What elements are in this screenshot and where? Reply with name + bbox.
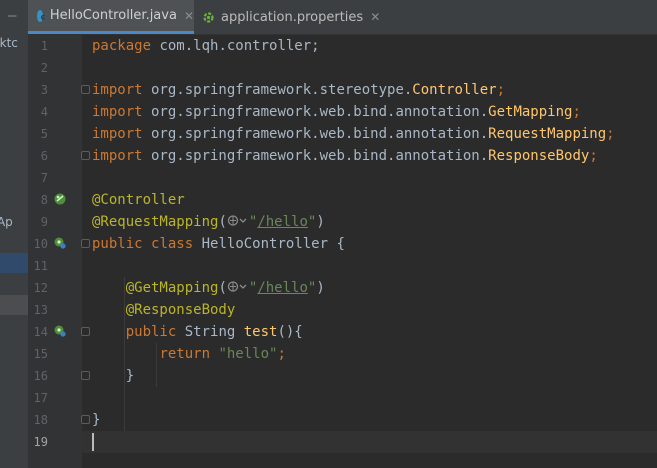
code-line: public String test(){ [125, 324, 303, 340]
class-icon: c [37, 9, 46, 22]
line-number: 18 [33, 413, 48, 427]
tab-hello-controller[interactable]: c HelloController.java ✕ [28, 0, 194, 34]
spring-bean-icon[interactable] [54, 237, 66, 249]
line-number: 1 [40, 39, 48, 53]
line-number: 19 [33, 435, 48, 449]
close-icon[interactable]: ✕ [370, 10, 380, 24]
code-line: @GetMapping("/hello") [125, 280, 325, 296]
code-line: } [125, 368, 135, 384]
url-link[interactable]: /hello [257, 214, 308, 230]
project-tree-fragment[interactable]: esktc [0, 36, 18, 50]
code-line: @ResponseBody [125, 302, 236, 318]
project-tree-row[interactable] [0, 295, 28, 315]
line-number: 13 [33, 303, 48, 317]
line-number: 8 [40, 193, 48, 207]
code-line: import org.springframework.web.bind.anno… [92, 148, 598, 164]
line-number: 5 [40, 127, 48, 141]
url-link[interactable]: /hello [257, 280, 308, 296]
line-number: 3 [40, 83, 48, 97]
line-number: 4 [40, 105, 48, 119]
code-line: @Controller [92, 192, 185, 208]
code-line: @RequestMapping("/hello") [92, 214, 325, 230]
line-number: 6 [40, 149, 48, 163]
code-line: import org.springframework.web.bind.anno… [92, 104, 581, 120]
url-hint-icon[interactable] [227, 280, 249, 293]
code-line: package com.lqh.controller; [92, 38, 320, 54]
spring-bean-icon[interactable] [54, 193, 66, 205]
line-number: 17 [33, 391, 48, 405]
tab-label: application.properties [221, 9, 364, 25]
close-icon[interactable]: ✕ [184, 9, 194, 23]
collapse-icon[interactable]: — [8, 8, 16, 24]
line-number: 11 [33, 259, 48, 273]
project-tree-selected-row[interactable] [0, 253, 28, 273]
code-line: } [92, 412, 101, 428]
url-hint-icon[interactable] [227, 214, 249, 227]
code-editor[interactable]: package com.lqh.controller; import org.s… [82, 35, 657, 468]
editor-tab-bar: — c HelloController.java ✕ application.p… [8, 0, 657, 35]
project-panel-edge: esktc ldAp [0, 0, 28, 468]
line-number: 12 [33, 281, 48, 295]
project-tree-fragment[interactable]: ldAp [0, 215, 13, 229]
svg-text:c: c [41, 12, 46, 21]
text-caret [92, 433, 94, 451]
code-line: import org.springframework.web.bind.anno… [92, 126, 615, 142]
line-number: 15 [33, 347, 48, 361]
line-number: 2 [40, 61, 48, 75]
line-number: 10 [33, 237, 48, 251]
line-number: 16 [33, 369, 48, 383]
code-line: import org.springframework.stereotype.Co… [92, 82, 506, 98]
line-number: 14 [33, 325, 48, 339]
line-number: 9 [40, 215, 48, 229]
editor-gutter: 1 2 3 4 5 6 7 8 9 10 11 12 13 14 15 16 1… [28, 35, 90, 468]
line-number: 7 [40, 171, 48, 185]
code-line: return "hello"; [159, 346, 286, 362]
code-line: public class HelloController { [92, 236, 345, 252]
tab-application-properties[interactable]: application.properties ✕ [198, 0, 380, 34]
current-line-highlight [82, 431, 657, 453]
tab-label: HelloController.java [49, 8, 177, 23]
request-mapping-icon[interactable] [54, 325, 66, 337]
spring-properties-icon [202, 11, 214, 23]
